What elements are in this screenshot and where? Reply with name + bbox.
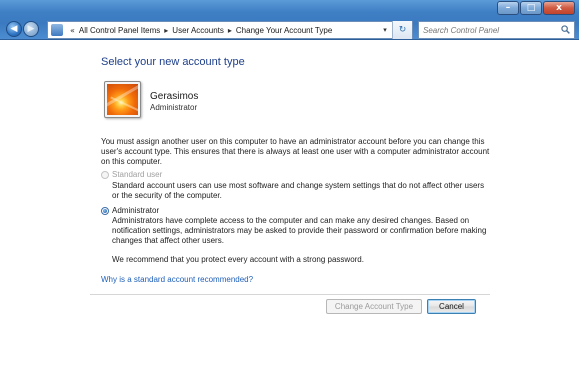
user-name: Gerasimos [150,91,199,102]
refresh-button[interactable]: ↻ [392,21,412,39]
flower-picture-icon [107,84,138,115]
standard-account-help-link[interactable]: Why is a standard account recommended? [101,275,253,284]
minimize-button[interactable]: – [497,1,519,15]
breadcrumb-change-account-type[interactable]: Change Your Account Type [236,26,332,35]
maximize-button[interactable]: □ [520,1,542,15]
arrow-right-icon: ▶ [27,24,35,34]
divider [90,294,490,295]
standard-user-radio [101,170,109,179]
back-button[interactable]: ◀ [6,21,22,37]
avatar [104,81,141,118]
breadcrumb-separator-icon[interactable]: ▸ [228,26,232,35]
search-icon[interactable] [561,25,570,34]
control-panel-icon [51,24,63,36]
search-input[interactable] [423,23,561,37]
change-account-type-button[interactable]: Change Account Type [326,299,422,314]
history-chevron-icon[interactable]: « [70,26,75,35]
administrator-description: Administrators have complete access to t… [112,216,487,245]
forward-button[interactable]: ▶ [23,21,39,37]
admin-notice: You must assign another user on this com… [101,137,490,166]
close-button[interactable]: x [543,1,575,15]
cancel-button[interactable]: Cancel [427,299,476,314]
breadcrumb-separator-icon[interactable]: ▸ [164,26,168,35]
administrator-label[interactable]: Administrator [112,206,159,215]
administrator-option[interactable]: Administrator [101,206,159,215]
administrator-radio[interactable] [101,206,109,215]
standard-user-label: Standard user [112,170,163,179]
user-role: Administrator [150,103,198,112]
content-pane: Select your new account type Gerasimos A… [0,41,579,384]
breadcrumb-all-control-panel-items[interactable]: All Control Panel Items [79,26,160,35]
address-bar[interactable]: « All Control Panel Items ▸ User Account… [47,21,413,39]
page-title: Select your new account type [101,56,245,68]
window-titlebar: – □ x ◀ ▶ « All Control Panel Items ▸ Us… [0,0,579,40]
window-controls: – □ x [497,1,575,15]
arrow-left-icon: ◀ [10,24,18,34]
search-box[interactable] [418,21,575,39]
standard-user-description: Standard account users can use most soft… [112,181,485,200]
password-recommendation: We recommend that you protect every acco… [112,255,364,264]
address-dropdown-icon[interactable]: ▾ [378,22,392,38]
breadcrumb-user-accounts[interactable]: User Accounts [172,26,224,35]
standard-user-option: Standard user [101,170,162,179]
